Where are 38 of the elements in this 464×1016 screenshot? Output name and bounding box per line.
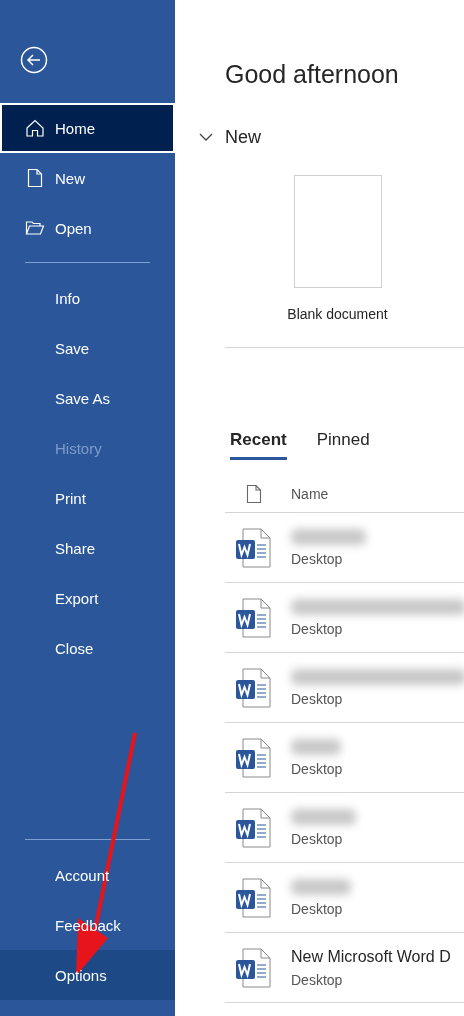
word-document-icon [235,597,271,638]
nav-item[interactable]: Home [0,103,175,153]
column-header[interactable]: Name [291,486,329,502]
file-location: Desktop [291,900,344,917]
folder-icon [25,218,45,238]
document-icon [246,484,262,504]
word-document-icon [235,877,271,918]
tab[interactable]: Pinned [316,430,370,460]
template-label: Blank document [287,306,388,322]
nav-item[interactable]: Options [0,950,175,1000]
document-icon [25,168,45,188]
file-location: Desktop [291,760,343,777]
word-document-icon [235,737,271,778]
word-document-icon [235,667,271,708]
word-document-icon [235,527,271,568]
back-icon[interactable] [20,45,48,74]
word-document-icon [235,807,271,848]
nav-item[interactable]: Print [0,473,175,523]
file-location: Desktop [291,830,344,847]
file-location: Desktop [291,971,344,988]
file-location: Desktop [291,620,344,637]
file-name[interactable]: New Microsoft Word D [291,947,451,966]
nav-item[interactable]: Export [0,573,175,623]
file-location: Desktop [291,690,344,707]
nav-item[interactable]: Close [0,623,175,673]
nav-item[interactable]: Save As [0,373,175,423]
nav-item[interactable]: Info [0,273,175,323]
nav-item[interactable]: Open [0,203,175,253]
blank-document-thumbnail[interactable] [293,175,382,288]
tab[interactable]: Recent [230,430,287,460]
nav-item[interactable]: New [0,153,175,203]
section-title: New [225,126,261,148]
nav-item[interactable]: Share [0,523,175,573]
file-location: Desktop [291,550,344,567]
home-icon [25,118,45,138]
nav-item[interactable]: Save [0,323,175,373]
greeting-title: Good afternoon [225,58,399,89]
word-document-icon [235,947,271,988]
